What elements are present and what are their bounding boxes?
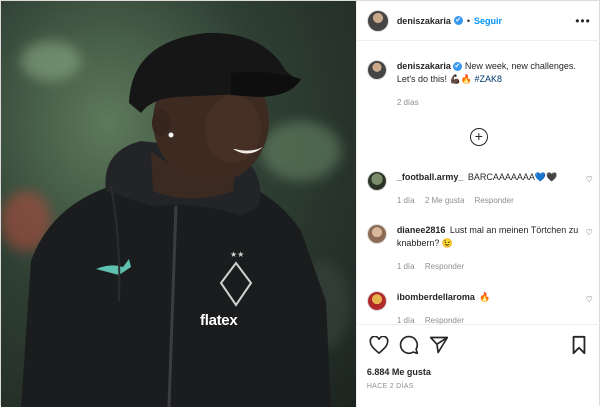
post-side-panel: deniszakaria ✔ • Seguir ••• deniszakaria… — [355, 1, 600, 407]
comments-list[interactable]: deniszakaria ✔ New week, new challenges. L… — [357, 41, 600, 324]
avatar[interactable] — [366, 171, 387, 191]
reply-button[interactable]: Responder — [475, 196, 514, 205]
post-header: deniszakaria ✔ • Seguir ••• — [356, 1, 600, 41]
reply-button[interactable]: Responder — [425, 262, 464, 271]
caption-time[interactable]: 2 días — [397, 98, 419, 107]
comment-item: _football.army_ BARCAAAAAAA💙🖤 1 día 2 Me… — [366, 171, 593, 207]
like-comment-icon[interactable]: ♡ — [586, 228, 593, 237]
verified-badge-icon: ✔ — [452, 62, 462, 72]
comment-icon[interactable] — [397, 333, 421, 357]
avatar[interactable] — [366, 224, 387, 244]
comment-time[interactable]: 1 día — [397, 196, 415, 205]
verified-badge-icon: ✔ — [453, 16, 463, 25]
avatar[interactable] — [366, 9, 389, 32]
comment-username[interactable]: _football.army_ — [397, 172, 464, 182]
share-icon[interactable] — [427, 333, 451, 357]
load-more-comments-icon[interactable]: + — [469, 128, 488, 146]
comment-time[interactable]: 1 día — [397, 262, 415, 271]
avatar[interactable] — [366, 291, 387, 311]
post-actions: 6.884 Me gusta HACE 2 DÍAS — [356, 324, 600, 407]
caption-username[interactable]: deniszakaria — [397, 61, 451, 71]
avatar[interactable] — [366, 60, 387, 80]
hashtag-link[interactable]: #ZAK8 — [475, 74, 503, 84]
action-bar — [367, 325, 591, 365]
like-comment-icon[interactable]: ♡ — [586, 175, 593, 184]
post-photo[interactable]: ★★ flatex — [1, 1, 356, 407]
more-options-icon[interactable]: ••• — [575, 14, 591, 28]
comment-item: ibomberdellaroma 🔥 1 día Responder ♡ — [366, 291, 593, 324]
svg-text:★★: ★★ — [230, 250, 244, 259]
like-icon[interactable] — [367, 333, 391, 357]
player-illustration: ★★ — [21, 32, 331, 407]
comment-text: 🔥 — [479, 292, 491, 302]
comment-username[interactable]: ibomberdellaroma — [397, 292, 475, 302]
comment-username[interactable]: dianee2816 — [397, 225, 446, 235]
like-comment-icon[interactable]: ♡ — [586, 295, 593, 304]
bookmark-icon[interactable] — [567, 333, 591, 357]
author-username[interactable]: deniszakaria — [397, 16, 451, 26]
comment-item: dianee2816 Lust mal an meinen Törtchen z… — [366, 224, 593, 273]
comment-text: BARCAAAAAAA💙🖤 — [467, 172, 558, 182]
post-date[interactable]: HACE 2 DÍAS — [367, 383, 591, 390]
reply-button[interactable]: Responder — [425, 316, 464, 324]
separator-dot: • — [466, 15, 470, 26]
comment-time[interactable]: 1 día — [397, 316, 415, 324]
instagram-post: ★★ flatex deniszakaria ✔ • Seguir ••• de… — [0, 0, 600, 407]
likes-count[interactable]: 6.884 Me gusta — [367, 367, 591, 377]
follow-button[interactable]: Seguir — [474, 16, 502, 26]
comment-likes[interactable]: 2 Me gusta — [425, 196, 465, 205]
caption: deniszakaria ✔ New week, new challenges. L… — [366, 60, 593, 109]
sponsor-logo: flatex — [200, 312, 238, 329]
